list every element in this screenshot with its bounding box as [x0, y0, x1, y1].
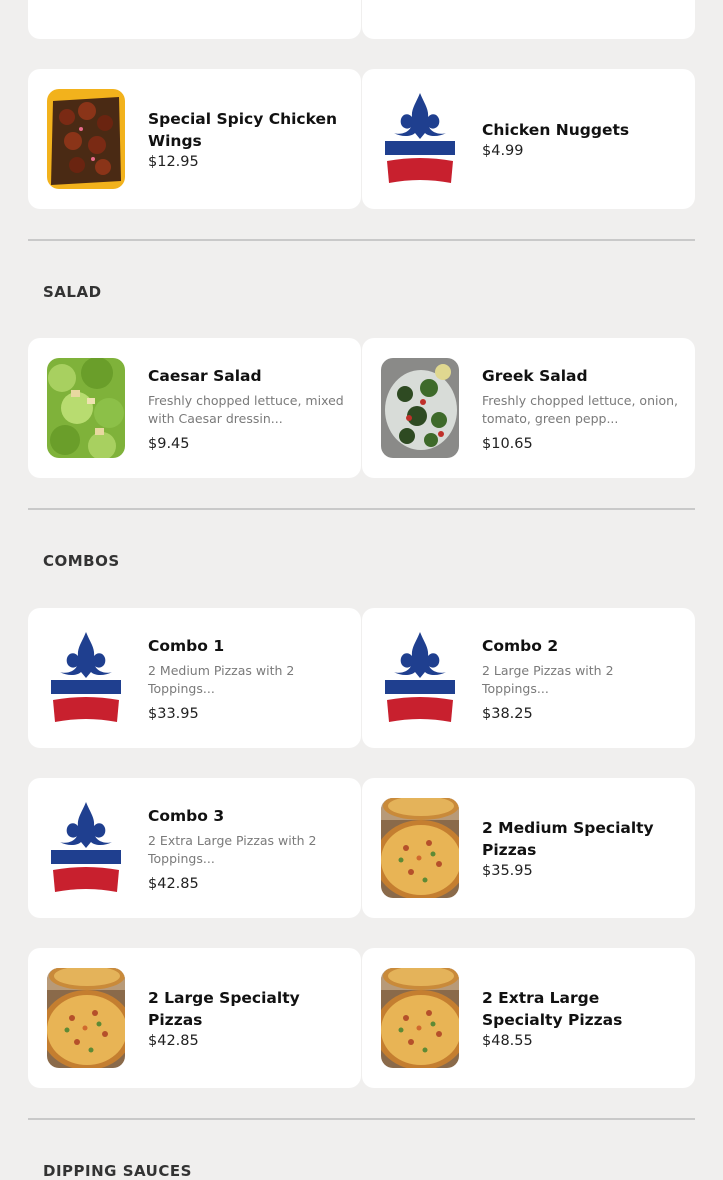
menu-item-card-partial[interactable] — [362, 0, 695, 39]
food-image — [47, 358, 125, 458]
item-price: $4.99 — [482, 143, 524, 159]
item-name: 2 Extra Large Specialty Pizzas — [482, 989, 623, 1029]
section-divider — [28, 1118, 695, 1120]
menu-item-card[interactable]: 2 Extra Large Specialty Pizzas $48.55 — [362, 948, 695, 1088]
pizza-image — [381, 968, 459, 1068]
item-name: Special Spicy Chicken Wings — [148, 110, 338, 150]
item-price: $12.95 — [148, 154, 199, 170]
pizza-image — [381, 798, 459, 898]
food-image — [47, 89, 125, 189]
item-price: $10.65 — [482, 435, 533, 452]
item-name: Combo 1 — [148, 636, 225, 655]
item-name: Chicken Nuggets — [482, 121, 630, 139]
menu-item-card[interactable]: Special Spicy Chicken Wings $12.95 — [28, 69, 361, 209]
item-name: Combo 3 — [148, 806, 225, 825]
menu-item-card[interactable]: Greek Salad Freshly chopped lettuce, oni… — [362, 338, 695, 478]
niakwa-logo-image — [381, 628, 459, 728]
item-price: $42.85 — [148, 875, 199, 892]
menu-item-card-partial[interactable] — [28, 0, 361, 39]
item-name: Combo 2 — [482, 636, 559, 655]
section-divider — [28, 508, 695, 510]
section-title-combos: COMBOS — [43, 552, 120, 570]
menu-item-card[interactable]: 2 Large Specialty Pizzas $42.85 — [28, 948, 361, 1088]
pizza-image — [47, 968, 125, 1068]
item-price: $33.95 — [148, 705, 199, 722]
item-description: Freshly chopped lettuce, onion, tomato, … — [482, 392, 679, 426]
item-price: $48.55 — [482, 1033, 533, 1049]
section-title-salad: SALAD — [43, 283, 102, 301]
item-name: 2 Medium Specialty Pizzas — [482, 819, 654, 859]
item-description: 2 Extra Large Pizzas with 2 Toppings... — [148, 832, 317, 866]
food-image — [381, 358, 459, 458]
niakwa-logo-image — [47, 798, 125, 898]
item-price: $38.25 — [482, 705, 533, 722]
item-description: 2 Medium Pizzas with 2 Toppings... — [148, 662, 295, 696]
section-title-dipping-sauces: DIPPING SAUCES — [43, 1162, 192, 1180]
item-price: $35.95 — [482, 863, 533, 879]
menu-item-card[interactable]: Chicken Nuggets $4.99 — [362, 69, 695, 209]
item-price: $9.45 — [148, 435, 190, 452]
section-divider — [28, 239, 695, 241]
item-description: 2 Large Pizzas with 2 Toppings... — [482, 662, 614, 696]
niakwa-logo-image — [381, 89, 459, 189]
item-name: Caesar Salad — [148, 366, 262, 385]
menu-item-card[interactable]: 2 Medium Specialty Pizzas $35.95 — [362, 778, 695, 918]
menu-item-card[interactable]: Caesar Salad Freshly chopped lettuce, mi… — [28, 338, 361, 478]
item-name: Greek Salad — [482, 366, 588, 385]
menu-item-card[interactable]: Combo 3 2 Extra Large Pizzas with 2 Topp… — [28, 778, 361, 918]
item-name: 2 Large Specialty Pizzas — [148, 989, 300, 1029]
niakwa-logo-image — [47, 628, 125, 728]
menu-item-card[interactable]: Combo 1 2 Medium Pizzas with 2 Toppings.… — [28, 608, 361, 748]
item-price: $42.85 — [148, 1033, 199, 1049]
menu-item-card[interactable]: Combo 2 2 Large Pizzas with 2 Toppings..… — [362, 608, 695, 748]
item-description: Freshly chopped lettuce, mixed with Caes… — [148, 392, 344, 426]
